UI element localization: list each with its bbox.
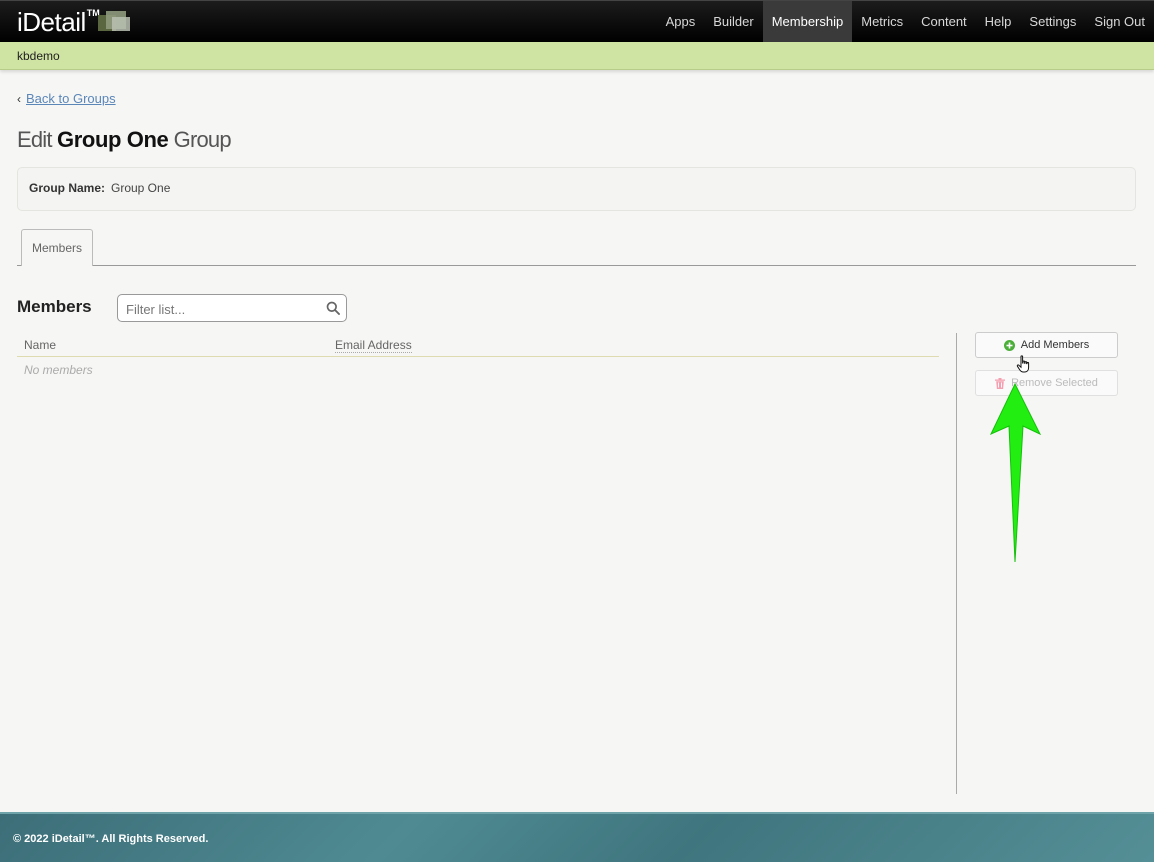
nav-content[interactable]: Content (912, 1, 976, 43)
group-name-label: Group Name: (29, 181, 106, 195)
group-name-value: Group One (111, 181, 171, 195)
nav-builder[interactable]: Builder (704, 1, 762, 43)
logo-text: iDetail (17, 7, 86, 37)
logo-squares-icon (97, 9, 132, 37)
copyright-text: © 2022 iDetail™. All Rights Reserved. (13, 833, 209, 845)
filter-input[interactable] (126, 300, 321, 318)
account-name: kbdemo (17, 49, 60, 63)
page-title: Edit Group One Group (17, 127, 232, 153)
nav-membership[interactable]: Membership (762, 1, 853, 43)
members-table-header: Name Email Address (17, 337, 939, 357)
search-icon[interactable] (326, 301, 340, 315)
filter-box (117, 294, 347, 322)
add-members-label: Add Members (1020, 339, 1090, 351)
back-to-groups-link[interactable]: Back to Groups (26, 91, 116, 106)
tab-members[interactable]: Members (21, 229, 93, 266)
nav-help[interactable]: Help (976, 1, 1021, 43)
group-name-panel: Group Name: Group One (17, 167, 1136, 211)
nav-settings[interactable]: Settings (1020, 1, 1085, 43)
column-email-address[interactable]: Email Address (335, 338, 412, 353)
nav-sign-out[interactable]: Sign Out (1085, 1, 1154, 43)
title-group-name: Group One (57, 127, 169, 152)
back-link-row: ‹ Back to Groups (17, 91, 116, 106)
tab-baseline (17, 265, 1136, 266)
add-members-button[interactable]: Add Members (975, 332, 1118, 358)
empty-state-text: No members (24, 363, 93, 377)
nav-apps[interactable]: Apps (657, 1, 705, 43)
plus-circle-icon (1003, 339, 1015, 351)
green-arrow-annotation (989, 382, 1042, 563)
account-bar: kbdemo (0, 42, 1154, 70)
members-heading: Members (17, 297, 92, 316)
main-nav: Apps Builder Membership Metrics Content … (657, 1, 1154, 43)
page-footer: © 2022 iDetail™. All Rights Reserved. (0, 812, 1154, 862)
column-name[interactable]: Name (24, 338, 56, 352)
top-navigation-bar: iDetail TM Apps Builder Membership Metri… (0, 0, 1154, 43)
nav-metrics[interactable]: Metrics (852, 1, 912, 43)
title-prefix: Edit (17, 127, 53, 152)
panel-divider (956, 333, 957, 794)
idetail-logo[interactable]: iDetail TM (17, 7, 132, 37)
hand-cursor-icon (1016, 355, 1030, 373)
title-suffix: Group (173, 127, 232, 152)
chevron-left-icon: ‹ (17, 91, 21, 106)
